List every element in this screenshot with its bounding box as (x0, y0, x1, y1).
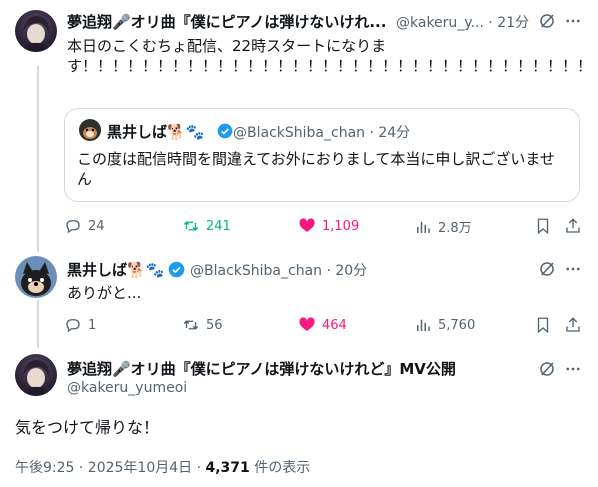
avatar[interactable] (15, 354, 57, 396)
reply-button[interactable]: 1 (64, 316, 96, 334)
retweet-icon (183, 320, 199, 330)
views-button[interactable]: 5,760 (414, 316, 475, 334)
retweet-count: 241 (206, 218, 231, 234)
like-button[interactable]: 1,109 (298, 217, 359, 235)
thread-line-2 (37, 300, 39, 348)
retweet-button[interactable]: 56 (182, 316, 223, 334)
views-count: 2.8万 (438, 221, 472, 236)
view-count: 4,371 (205, 460, 250, 476)
bookmark-icon[interactable] (534, 217, 552, 235)
views-count: 5,760 (438, 317, 476, 333)
reply-icon (66, 319, 80, 333)
quote-avatar (79, 119, 101, 141)
main-tweet-text: 気をつけて帰りな！ (15, 418, 160, 437)
reply-button[interactable]: 24 (64, 217, 105, 235)
tweet-meta: 午後9:25 · 2025年10月4日 · 4,371 件の表示 (15, 457, 310, 477)
like-icon (299, 218, 315, 232)
reply-count: 24 (88, 218, 105, 234)
retweet-button[interactable]: 241 (182, 217, 231, 235)
tweet-text: 本日のこくむちょ配信、22時スタートになります！！！！！！！！！！！！！！！！！… (67, 37, 583, 75)
like-count: 464 (322, 317, 347, 333)
quote-text: この度は配信時間を間違えてお外におりまして本当に申し訳ございません (77, 150, 555, 188)
grok-icon[interactable] (538, 260, 556, 278)
views-icon (417, 319, 430, 331)
handle-time[interactable]: @kakeru_y... · 21分 (396, 12, 529, 32)
like-button[interactable]: 464 (298, 316, 347, 334)
author-name[interactable]: 黒井しば🐕🐾 (67, 259, 164, 280)
quoted-tweet[interactable]: 黒井しば🐕🐾 @BlackShiba_chan · 24分 この度は配信時間を間… (64, 108, 580, 202)
grok-icon[interactable] (538, 12, 556, 30)
handle-time[interactable]: @BlackShiba_chan · 20分 (190, 260, 367, 280)
more-icon[interactable] (564, 12, 582, 30)
author-name[interactable]: 夢追翔🎤オリ曲『僕にピアノは弾けないけれ... (67, 11, 386, 32)
tweet-text: ありがと... (67, 284, 142, 302)
author-name[interactable]: 夢追翔🎤オリ曲『僕にピアノは弾けないけれど』MV公開 (67, 358, 456, 379)
timestamp[interactable]: 午後9:25 · 2025年10月4日 · (15, 460, 206, 476)
verified-icon (168, 261, 185, 278)
more-icon[interactable] (564, 260, 582, 278)
views-button[interactable]: 2.8万 (414, 217, 472, 236)
verified-icon (217, 123, 233, 139)
share-icon[interactable] (564, 217, 582, 235)
like-icon (299, 317, 315, 331)
share-icon[interactable] (564, 316, 582, 334)
avatar[interactable] (15, 256, 57, 298)
quote-handle-time: @BlackShiba_chan · 24分 (233, 125, 411, 141)
reply-icon (66, 220, 80, 234)
retweet-count: 56 (206, 317, 223, 333)
bookmark-icon[interactable] (534, 316, 552, 334)
retweet-icon (183, 221, 199, 231)
grok-icon[interactable] (538, 360, 556, 378)
views-icon (417, 221, 430, 233)
avatar[interactable] (15, 10, 57, 52)
more-icon[interactable] (564, 360, 582, 378)
view-suffix: 件の表示 (249, 460, 311, 476)
thread-line-1 (37, 66, 39, 252)
quote-author-name: 黒井しば🐕🐾 (107, 123, 205, 141)
author-handle[interactable]: @kakeru_yumeoi (67, 380, 187, 396)
reply-count: 1 (88, 317, 97, 333)
like-count: 1,109 (322, 218, 360, 234)
